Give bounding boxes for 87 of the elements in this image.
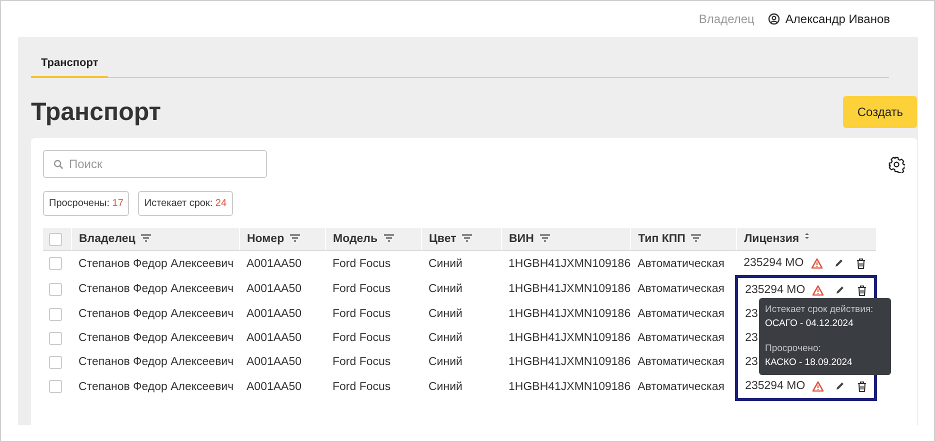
trash-icon[interactable]: [857, 380, 868, 392]
search-icon: [53, 159, 64, 170]
column-header[interactable]: Цвет: [422, 228, 502, 250]
column-header[interactable]: Номер: [240, 228, 326, 250]
table-cell: 23: [745, 308, 758, 320]
table-cell-text: A001AA50: [246, 355, 302, 370]
trash-icon[interactable]: [857, 284, 868, 296]
tooltip-heading: Истекает срок действия:: [765, 303, 874, 317]
table-cell-text: Синий: [428, 355, 464, 370]
row-checkbox[interactable]: [49, 380, 62, 394]
table-cell: 1HGBH41JXMN109186: [502, 250, 631, 276]
table-cell-text: Степанов Федор Алексеевич: [78, 380, 235, 395]
table-cell-text: Синий: [428, 331, 464, 346]
table-cell: Ford Focus: [326, 250, 422, 276]
table-cell: Автоматическая: [630, 302, 737, 326]
column-header[interactable]: Владелец: [72, 228, 240, 250]
table-cell-text: A001AA50: [246, 282, 302, 298]
table-cell: 235294 MO: [745, 380, 806, 392]
warning-icon[interactable]: [810, 258, 823, 268]
pencil-icon[interactable]: [834, 258, 844, 268]
table-cell-text: Степанов Федор Алексеевич: [78, 307, 235, 322]
table-cell: Синий: [422, 250, 502, 276]
table-cell: 235294 MO: [745, 284, 806, 296]
filter-chip[interactable]: Истекает срок: 24: [138, 191, 233, 216]
table-cell: Автоматическая: [630, 250, 737, 276]
table-cell-text: Синий: [428, 380, 464, 395]
row-checkbox[interactable]: [49, 257, 62, 270]
table-cell: Автоматическая: [630, 276, 737, 302]
filter-icon[interactable]: [141, 234, 152, 242]
table-cell-text: Синий: [428, 282, 464, 298]
table-cell-text: Ford Focus: [332, 307, 392, 322]
table-cell: Степанов Федор Алексеевич: [72, 250, 240, 276]
table-cell-text: A001AA50: [246, 380, 302, 395]
tab[interactable]: Транспорт: [31, 51, 108, 78]
user-icon: [768, 13, 780, 25]
table-cell-text: 1HGBH41JXMN109186: [508, 307, 631, 322]
table-cell-text: Степанов Федор Алексеевич: [78, 282, 235, 298]
table-cell-text: A001AA50: [246, 331, 302, 346]
select-all-checkbox[interactable]: [49, 232, 62, 246]
page-title: Транспорт: [31, 98, 162, 126]
warning-icon[interactable]: [812, 284, 824, 296]
table-cell: 235294 MO: [744, 257, 804, 269]
pencil-icon[interactable]: [835, 381, 846, 391]
filter-icon[interactable]: [290, 234, 300, 242]
filter-chip[interactable]: Просрочены: 17: [43, 191, 130, 216]
row-checkbox[interactable]: [49, 356, 62, 368]
search-field[interactable]: Поиск: [43, 150, 267, 178]
table-cell: Автоматическая: [630, 374, 737, 400]
filter-icon[interactable]: [540, 234, 550, 242]
warning-icon[interactable]: [812, 380, 824, 392]
filter-icon[interactable]: [384, 234, 394, 242]
table-cell-text: 1HGBH41JXMN109186: [508, 331, 631, 346]
tooltip-item: ОСАГО - 04.12.2024: [765, 317, 854, 331]
table-cell: Автоматическая: [630, 326, 737, 350]
filter-icon[interactable]: [691, 234, 702, 242]
sort-icon[interactable]: [805, 233, 810, 239]
table-cell-text: Ford Focus: [332, 282, 392, 298]
table-cell: 23: [745, 356, 758, 368]
column-header[interactable]: ВИН: [502, 228, 631, 250]
table-cell-text: Ford Focus: [332, 380, 392, 395]
table-cell-text: 1HGBH41JXMN109186: [508, 380, 631, 395]
trash-icon[interactable]: [856, 258, 866, 268]
column-header[interactable]: Модель: [326, 228, 422, 250]
create-button[interactable]: Создать: [843, 96, 917, 128]
pencil-icon[interactable]: [835, 285, 846, 295]
role-label: Владелец: [698, 12, 754, 26]
filter-icon[interactable]: [462, 234, 472, 242]
table-cell-text: A001AA50: [246, 307, 302, 322]
row-checkbox[interactable]: [49, 332, 62, 344]
settings-icon[interactable]: [888, 156, 905, 172]
column-header[interactable]: Лицензия: [736, 228, 876, 250]
row-checkbox[interactable]: [49, 282, 62, 296]
table-cell-text: 1HGBH41JXMN109186: [508, 282, 631, 298]
tooltip-item: КАСКО - 18.09.2024: [765, 356, 854, 370]
table-cell-text: Синий: [428, 307, 464, 322]
table-cell-text: Ford Focus: [332, 355, 392, 370]
row-checkbox[interactable]: [49, 308, 62, 320]
table-cell-text: Степанов Федор Алексеевич: [78, 331, 235, 346]
column-header[interactable]: Тип КПП: [630, 228, 737, 250]
user-name[interactable]: Александр Иванов: [785, 12, 890, 26]
table-cell-text: Степанов Федор Алексеевич: [78, 355, 235, 370]
table-cell-text: 1HGBH41JXMN109186: [508, 355, 631, 370]
table-cell: 23: [745, 332, 758, 344]
tooltip-heading: Просрочено:: [765, 342, 822, 356]
table-cell-text: Ford Focus: [332, 331, 392, 346]
table-cell: A001AA50: [240, 250, 326, 276]
table-cell: Автоматическая: [630, 350, 737, 374]
